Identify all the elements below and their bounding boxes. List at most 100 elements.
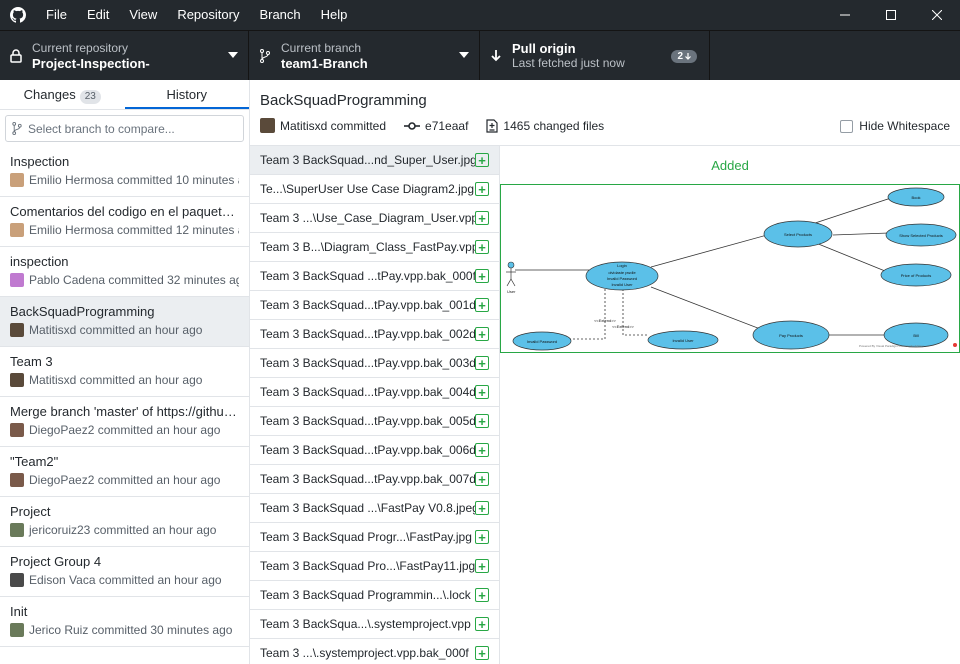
added-icon: + xyxy=(475,385,489,399)
menu-bar: File Edit View Repository Branch Help xyxy=(36,0,357,30)
window-controls xyxy=(822,0,960,30)
commit-item[interactable]: Inspection Emilio Hermosa committed 10 m… xyxy=(0,147,249,197)
menu-repository[interactable]: Repository xyxy=(167,0,249,30)
commit-header: BackSquadProgramming Matitisxd committed… xyxy=(250,80,960,146)
file-item[interactable]: Te...\SuperUser Use Case Diagram2.jpg + xyxy=(250,175,499,204)
toolbar: Current repository Project-Inspection- C… xyxy=(0,30,960,81)
commit-item[interactable]: Team 3 Matitisxd committed an hour ago xyxy=(0,347,249,397)
file-item[interactable]: Team 3 BackSquad...nd_Super_User.jpg + xyxy=(250,146,499,175)
file-item[interactable]: Team 3 BackSquad Progr...\FastPay.jpg + xyxy=(250,523,499,552)
commit-item[interactable]: inspection Pablo Cadena committed 32 min… xyxy=(0,247,249,297)
commit-item[interactable]: Project Group 4 Edison Vaca committed an… xyxy=(0,547,249,597)
commit-item[interactable]: Init Jerico Ruiz committed 30 minutes ag… xyxy=(0,597,249,647)
commit-meta: Edison Vaca committed an hour ago xyxy=(29,573,222,587)
github-logo-icon xyxy=(0,0,36,30)
svg-text:<<Extend>>: <<Extend>> xyxy=(594,318,616,323)
tab-history[interactable]: History xyxy=(124,80,249,109)
minimize-button[interactable] xyxy=(822,0,868,30)
avatar xyxy=(10,273,24,287)
file-item[interactable]: Team 3 BackSquad Pro...\FastPay11.jpg + xyxy=(250,552,499,581)
added-icon: + xyxy=(475,617,489,631)
file-item[interactable]: Team 3 BackSquad ...\FastPay V0.8.jpeg + xyxy=(250,494,499,523)
diff-view: Added User Login olvidaste pwdle Invalid… xyxy=(500,146,960,664)
file-path: Team 3 BackSquad ...tPay.vpp.bak_000f xyxy=(260,269,475,283)
menu-view[interactable]: View xyxy=(119,0,167,30)
file-item[interactable]: Team 3 BackSquad Programmin...\.lock + xyxy=(250,581,499,610)
commit-title: Inspection xyxy=(10,154,70,169)
menu-file[interactable]: File xyxy=(36,0,77,30)
file-item[interactable]: Team 3 ...\.systemproject.vpp.bak_000f + xyxy=(250,639,499,664)
branch-icon xyxy=(249,49,281,63)
file-item[interactable]: Team 3 BackSquad ...tPay.vpp.bak_000f + xyxy=(250,262,499,291)
file-item[interactable]: Team 3 BackSquad...tPay.vpp.bak_004d + xyxy=(250,378,499,407)
repo-label: Current repository xyxy=(32,41,129,55)
commit-item[interactable]: BackSquadProgramming Matitisxd committed… xyxy=(0,297,249,347)
hide-whitespace-toggle[interactable]: Hide Whitespace xyxy=(840,119,950,133)
hide-whitespace-checkbox[interactable] xyxy=(840,119,854,133)
file-item[interactable]: Team 3 BackSquad...tPay.vpp.bak_005d + xyxy=(250,407,499,436)
commit-meta: Emilio Hermosa committed 12 minutes a... xyxy=(29,223,239,237)
menu-edit[interactable]: Edit xyxy=(77,0,119,30)
file-path: Team 3 BackSquad Progr...\FastPay.jpg xyxy=(260,530,472,544)
menu-help[interactable]: Help xyxy=(311,0,358,30)
file-item[interactable]: Team 3 B...\Diagram_Class_FastPay.vpp + xyxy=(250,233,499,262)
repo-name: Project-Inspection- xyxy=(32,56,150,71)
added-icon: + xyxy=(475,472,489,486)
commit-meta: jericoruiz23 committed an hour ago xyxy=(29,523,217,537)
added-icon: + xyxy=(475,153,489,167)
maximize-button[interactable] xyxy=(868,0,914,30)
added-icon: + xyxy=(475,298,489,312)
added-icon: + xyxy=(475,414,489,428)
commit-title: Project xyxy=(10,504,51,519)
tab-history-label: History xyxy=(166,87,207,102)
commit-meta: Pablo Cadena committed 32 minutes ago xyxy=(29,273,239,287)
file-path: Team 3 B...\Diagram_Class_FastPay.vpp xyxy=(260,240,475,254)
commit-meta-row: Matitisxd committed e71eaaf 1465 changed… xyxy=(260,118,604,133)
title-bar: File Edit View Repository Branch Help xyxy=(0,0,960,30)
commit-item[interactable]: Comentarios del codigo en el paquete c..… xyxy=(0,197,249,247)
commit-item[interactable]: Project jericoruiz23 committed an hour a… xyxy=(0,497,249,547)
svg-text:<<Extend>>: <<Extend>> xyxy=(612,324,634,329)
menu-branch[interactable]: Branch xyxy=(249,0,310,30)
avatar xyxy=(10,373,24,387)
file-path: Team 3 BackSquad Pro...\FastPay11.jpg xyxy=(260,559,475,573)
file-item[interactable]: Team 3 BackSquad...tPay.vpp.bak_001d + xyxy=(250,291,499,320)
close-button[interactable] xyxy=(914,0,960,30)
commit-title: Comentarios del codigo en el paquete c..… xyxy=(10,204,239,219)
svg-text:Login: Login xyxy=(617,263,627,268)
file-item[interactable]: Team 3 BackSquad...tPay.vpp.bak_007d + xyxy=(250,465,499,494)
chevron-down-icon xyxy=(228,52,238,58)
file-item[interactable]: Team 3 BackSqua...\.systemproject.vpp + xyxy=(250,610,499,639)
branch-compare-input[interactable] xyxy=(28,121,243,136)
svg-text:Price of Products: Price of Products xyxy=(901,273,931,278)
file-path: Team 3 BackSquad...tPay.vpp.bak_007d xyxy=(260,472,475,486)
pull-count-badge: 2 xyxy=(671,50,697,63)
commit-meta: DiegoPaez2 committed an hour ago xyxy=(29,473,221,487)
file-item[interactable]: Team 3 BackSquad...tPay.vpp.bak_003d + xyxy=(250,349,499,378)
commit-item[interactable]: "Team2" DiegoPaez2 committed an hour ago xyxy=(0,447,249,497)
svg-text:Bill: Bill xyxy=(913,333,918,338)
added-icon: + xyxy=(475,530,489,544)
commit-summary-title: BackSquadProgramming xyxy=(260,92,427,109)
file-path: Team 3 BackSquad ...\FastPay V0.8.jpeg xyxy=(260,501,475,515)
file-path: Team 3 BackSquad...tPay.vpp.bak_001d xyxy=(260,298,475,312)
added-icon: + xyxy=(475,240,489,254)
file-item[interactable]: Team 3 ...\Use_Case_Diagram_User.vpp + xyxy=(250,204,499,233)
branch-icon xyxy=(12,122,22,135)
commit-title: Merge branch 'master' of https://github.… xyxy=(10,404,239,419)
added-icon: + xyxy=(475,443,489,457)
file-item[interactable]: Team 3 BackSquad...tPay.vpp.bak_002d + xyxy=(250,320,499,349)
pull-origin-button[interactable]: Pull origin Last fetched just now 2 xyxy=(480,31,710,81)
avatar xyxy=(10,523,24,537)
tab-changes[interactable]: Changes 23 xyxy=(0,80,125,109)
branch-compare-field[interactable] xyxy=(5,115,244,142)
svg-text:Invalid Password: Invalid Password xyxy=(607,276,637,281)
current-repository-button[interactable]: Current repository Project-Inspection- xyxy=(0,31,249,81)
file-path: Team 3 BackSquad...nd_Super_User.jpg xyxy=(260,153,475,167)
commit-author: Matitisxd committed xyxy=(280,118,387,133)
commit-title: inspection xyxy=(10,254,69,269)
commit-item[interactable]: Merge branch 'master' of https://github.… xyxy=(0,397,249,447)
current-branch-button[interactable]: Current branch team1-Branch xyxy=(249,31,480,81)
added-icon: + xyxy=(475,646,489,660)
file-item[interactable]: Team 3 BackSquad...tPay.vpp.bak_006d + xyxy=(250,436,499,465)
